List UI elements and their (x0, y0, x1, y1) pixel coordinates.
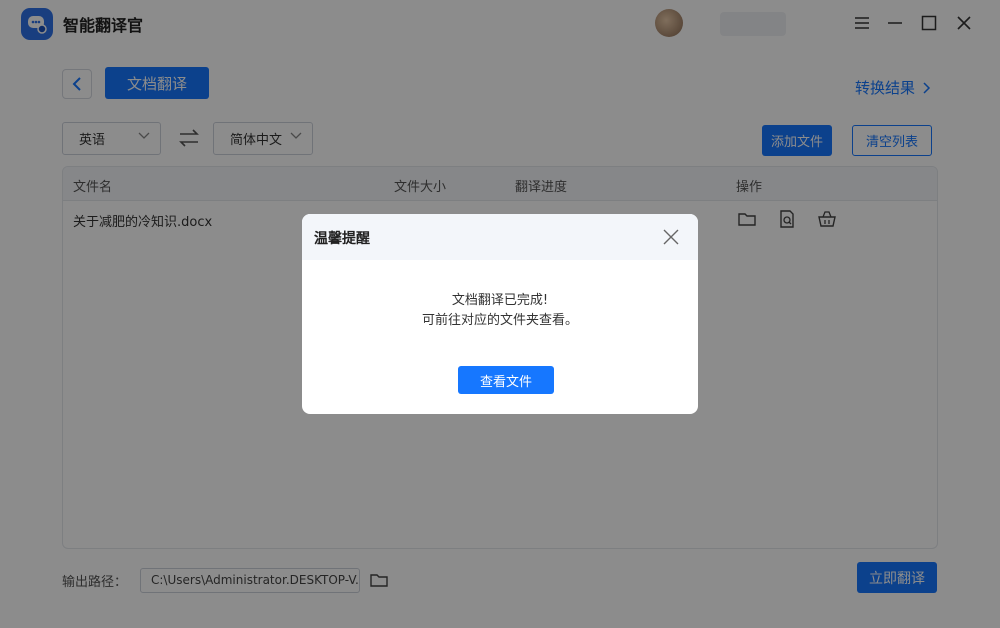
dialog-message: 文档翻译已完成! 可前往对应的文件夹查看。 (302, 291, 698, 331)
dialog-message-line2: 可前往对应的文件夹查看。 (421, 313, 578, 328)
dialog-title: 温馨提醒 (314, 231, 370, 247)
dialog-header: 温馨提醒 (302, 214, 698, 260)
close-icon[interactable] (662, 228, 680, 246)
dialog-message-line1: 文档翻译已完成! (451, 293, 549, 308)
notice-dialog: 温馨提醒 文档翻译已完成! 可前往对应的文件夹查看。 查看文件 (302, 214, 698, 414)
view-file-button[interactable]: 查看文件 (458, 366, 554, 394)
